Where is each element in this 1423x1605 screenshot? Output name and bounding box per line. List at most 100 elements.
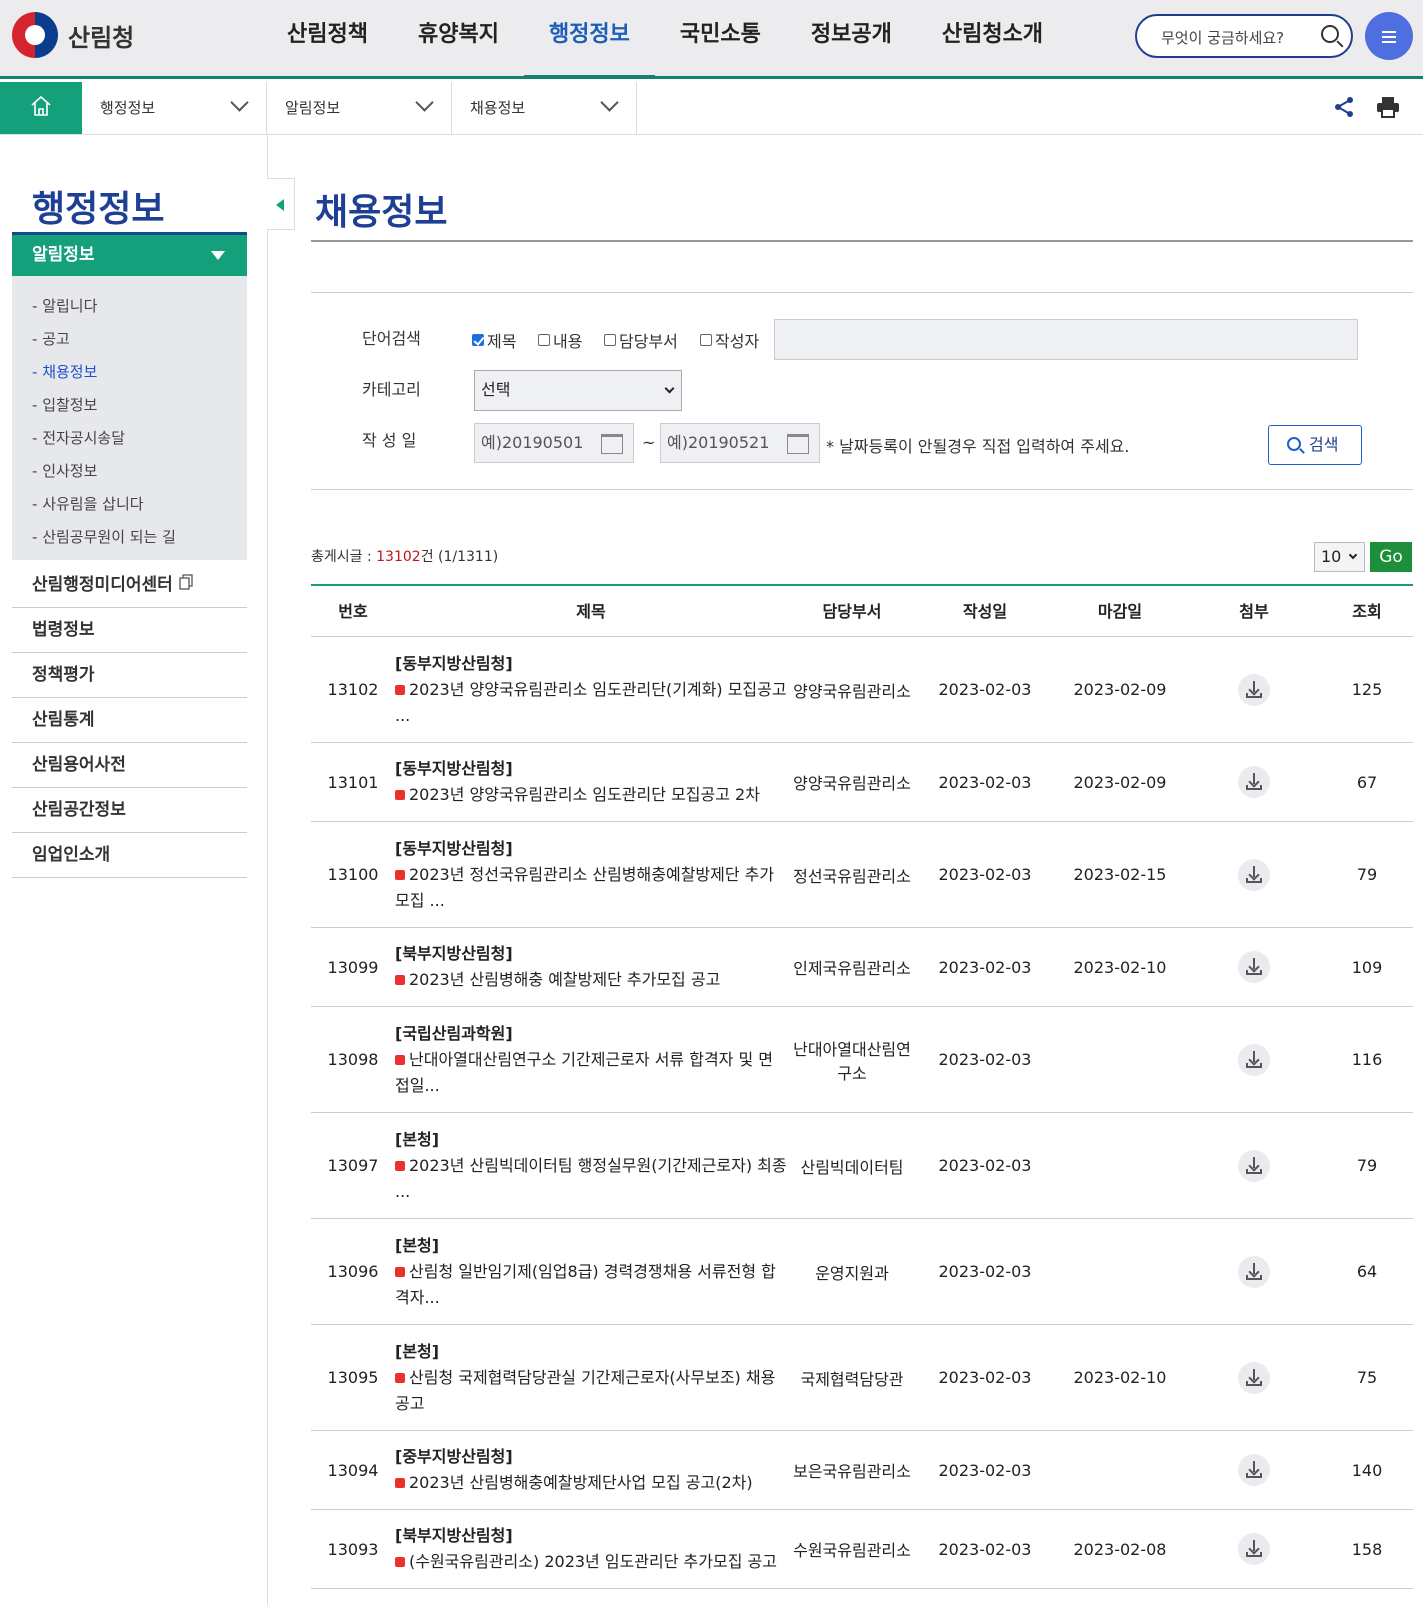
download-icon[interactable] — [1238, 1255, 1270, 1288]
date-to-input[interactable]: 예)20190521 — [660, 423, 820, 463]
row-date: 2023-02-03 — [938, 1368, 1032, 1387]
sidebar-subitem-personnel[interactable]: - 인사정보 — [12, 455, 247, 488]
row-title-link[interactable]: [북부지방산림청] (수원국유림관리소) 2023년 임도관리단 추가모집 공고 — [395, 1510, 787, 1588]
search-button[interactable]: 검색 — [1268, 425, 1362, 465]
checkbox-department[interactable]: 담당부서 — [604, 328, 678, 352]
row-title: 산림청 국제협력담당관실 기간제근로자(사무보조) 채용 공고 — [395, 1367, 776, 1413]
table-row[interactable]: 13102 [동부지방산림청] 2023년 양양국유림관리소 임도관리단(기계화) … — [311, 637, 1413, 743]
table-row[interactable]: 13101 [동부지방산림청] 2023년 양양국유림관리소 임도관리단 모집공고 … — [311, 743, 1413, 822]
per-page-select[interactable]: 10 — [1314, 542, 1365, 572]
checkbox-author[interactable]: 작성자 — [700, 328, 759, 352]
sidebar-collapse-button[interactable] — [267, 178, 295, 230]
sidebar-subitem-notice[interactable]: - 알립니다 — [12, 290, 247, 323]
new-badge-icon — [395, 1054, 405, 1065]
table-row[interactable]: 13096 [본청] 산림청 일반임기제(임업8급) 경력경쟁채용 서류전형 합격자… — [311, 1219, 1413, 1325]
row-org: [본청] — [395, 1235, 440, 1255]
breadcrumb-depth2[interactable]: 알림정보 — [267, 82, 452, 134]
share-icon[interactable] — [1333, 96, 1355, 118]
table-row[interactable]: 13099 [북부지방산림청] 2023년 산림병해충 예찰방제단 추가모집 공고 인… — [311, 928, 1413, 1007]
download-icon[interactable] — [1238, 1043, 1270, 1076]
sidebar-item-statistics[interactable]: 산림통계 — [12, 698, 247, 743]
row-date: 2023-02-03 — [938, 680, 1032, 699]
search-icon[interactable] — [1321, 25, 1339, 43]
sidebar-section-toggle[interactable]: 알림정보 — [12, 232, 247, 276]
search-icon — [1287, 437, 1301, 451]
row-title: 2023년 정선국유림관리소 산림병해충예찰방제단 추가모집 ... — [395, 864, 775, 910]
row-number: 13100 — [327, 865, 379, 884]
sidebar-item-glossary[interactable]: 산림용어사전 — [12, 743, 247, 788]
site-logo[interactable]: 산림청 — [12, 12, 134, 58]
sidebar-subitem-careers[interactable]: - 산림공무원이 되는 길 — [12, 521, 247, 554]
row-deadline: 2023-02-08 — [1073, 1539, 1167, 1559]
row-date: 2023-02-03 — [938, 865, 1032, 884]
date-from-input[interactable]: 예)20190501 — [474, 423, 634, 463]
download-icon[interactable] — [1238, 673, 1270, 706]
row-title-link[interactable]: [본청] 산림청 국제협력담당관실 기간제근로자(사무보조) 채용 공고 — [395, 1325, 787, 1430]
row-title-link[interactable]: [국립산림과학원] 난대아열대산림연구소 기간제근로자 서류 합격자 및 면접일.… — [395, 1007, 787, 1112]
table-row[interactable]: 13097 [본청] 2023년 산림빅데이터팀 행정실무원(기간제근로자) 최종 … — [311, 1113, 1413, 1219]
download-icon[interactable] — [1238, 858, 1270, 891]
home-button[interactable] — [0, 82, 82, 134]
breadcrumb-depth3[interactable]: 채용정보 — [452, 82, 637, 134]
search-placeholder: 무엇이 궁금하세요? — [1161, 29, 1285, 47]
row-department: 양양국유림관리소 — [793, 681, 911, 701]
chevron-down-icon — [600, 93, 619, 112]
sidebar-subitem-e-delivery[interactable]: - 전자공시송달 — [12, 422, 247, 455]
category-select[interactable]: 선택 — [474, 370, 682, 411]
table-row[interactable]: 13098 [국립산림과학원] 난대아열대산림연구소 기간제근로자 서류 합격자 및… — [311, 1007, 1413, 1113]
table-row[interactable]: 13100 [동부지방산림청] 2023년 정선국유림관리소 산림병해충예찰방제단 … — [311, 822, 1413, 928]
row-title-link[interactable]: [본청] 2023년 산림빅데이터팀 행정실무원(기간제근로자) 최종 ... — [395, 1113, 787, 1218]
row-title-link[interactable]: [동부지방산림청] 2023년 양양국유림관리소 임도관리단(기계화) 모집공고 … — [395, 637, 787, 742]
sidebar-subitem-recruitment[interactable]: - 채용정보 — [12, 356, 247, 389]
gnb-item-admin-info[interactable]: 행정정보 — [523, 0, 655, 79]
print-icon[interactable] — [1376, 96, 1400, 118]
sidebar-item-forester-intro[interactable]: 임업인소개 — [12, 833, 247, 878]
breadcrumb-depth1[interactable]: 행정정보 — [82, 82, 267, 134]
download-icon[interactable] — [1238, 1533, 1270, 1565]
sidebar-item-law[interactable]: 법령정보 — [12, 608, 247, 653]
content-divider — [267, 135, 268, 1605]
row-title-link[interactable]: [북부지방산림청] 2023년 산림병해충 예찰방제단 추가모집 공고 — [395, 928, 787, 1006]
sidebar-subitem-announcement[interactable]: - 공고 — [12, 323, 247, 356]
table-row[interactable]: 13093 [북부지방산림청] (수원국유림관리소) 2023년 임도관리단 추가모… — [311, 1510, 1413, 1589]
gnb-item-disclosure[interactable]: 정보공개 — [786, 0, 917, 79]
row-title-link[interactable]: [중부지방산림청] 2023년 산림병해충예찰방제단사업 모집 공고(2차) — [395, 1431, 787, 1509]
gnb-item-recreation[interactable]: 휴양복지 — [393, 0, 524, 79]
go-button[interactable]: Go — [1370, 542, 1412, 572]
all-menu-button[interactable] — [1365, 12, 1413, 60]
download-icon[interactable] — [1238, 1454, 1270, 1486]
download-icon[interactable] — [1238, 766, 1270, 798]
page-title: 채용정보 — [315, 192, 448, 233]
site-search-input[interactable]: 무엇이 궁금하세요? — [1135, 14, 1353, 58]
row-deadline: 2023-02-15 — [1073, 865, 1167, 884]
row-title: 산림청 일반임기제(임업8급) 경력경쟁채용 서류전형 합격자... — [395, 1261, 776, 1307]
row-title-link[interactable]: [본청] 산림청 일반임기제(임업8급) 경력경쟁채용 서류전형 합격자... — [395, 1219, 787, 1324]
row-title: 2023년 산림빅데이터팀 행정실무원(기간제근로자) 최종 ... — [395, 1155, 787, 1201]
row-title-link[interactable]: [동부지방산림청] 2023년 정선국유림관리소 산림병해충예찰방제단 추가모집 … — [395, 822, 787, 927]
row-views: 75 — [1356, 1368, 1378, 1387]
gnb-item-communication[interactable]: 국민소통 — [655, 0, 786, 79]
sidebar-subitem-bidding[interactable]: - 입찰정보 — [12, 389, 247, 422]
checkbox-title[interactable]: 제목 — [472, 328, 516, 352]
sidebar-item-policy-eval[interactable]: 정책평가 — [12, 653, 247, 698]
table-row[interactable]: 13095 [본청] 산림청 국제협력담당관실 기간제근로자(사무보조) 채용 공고… — [311, 1325, 1413, 1431]
row-title: 난대아열대산림연구소 기간제근로자 서류 합격자 및 면접일... — [395, 1049, 773, 1095]
sidebar-item-media-center[interactable]: 산림행정미디어센터 — [12, 563, 247, 608]
checkbox-checked-icon — [472, 334, 484, 346]
download-icon[interactable] — [1238, 1361, 1270, 1394]
checkbox-content[interactable]: 내용 — [538, 328, 582, 352]
keyword-input[interactable] — [774, 319, 1358, 360]
download-icon[interactable] — [1238, 951, 1270, 983]
row-org: [중부지방산림청] — [395, 1447, 513, 1466]
download-icon[interactable] — [1238, 1149, 1270, 1182]
row-deadline: 2023-02-09 — [1073, 680, 1167, 699]
row-title-link[interactable]: [동부지방산림청] 2023년 양양국유림관리소 임도관리단 모집공고 2차 — [395, 743, 787, 821]
gnb-item-about[interactable]: 산림청소개 — [917, 0, 1068, 79]
col-deadline: 마감일 — [1097, 602, 1143, 621]
sidebar-item-spatial-info[interactable]: 산림공간정보 — [12, 788, 247, 833]
sidebar-subitem-forest-purchase[interactable]: - 사유림을 삽니다 — [12, 488, 247, 521]
calendar-icon[interactable] — [601, 434, 623, 454]
gnb-item-policy[interactable]: 산림정책 — [262, 0, 393, 79]
table-row[interactable]: 13094 [중부지방산림청] 2023년 산림병해충예찰방제단사업 모집 공고(2… — [311, 1431, 1413, 1510]
calendar-icon[interactable] — [787, 434, 809, 454]
